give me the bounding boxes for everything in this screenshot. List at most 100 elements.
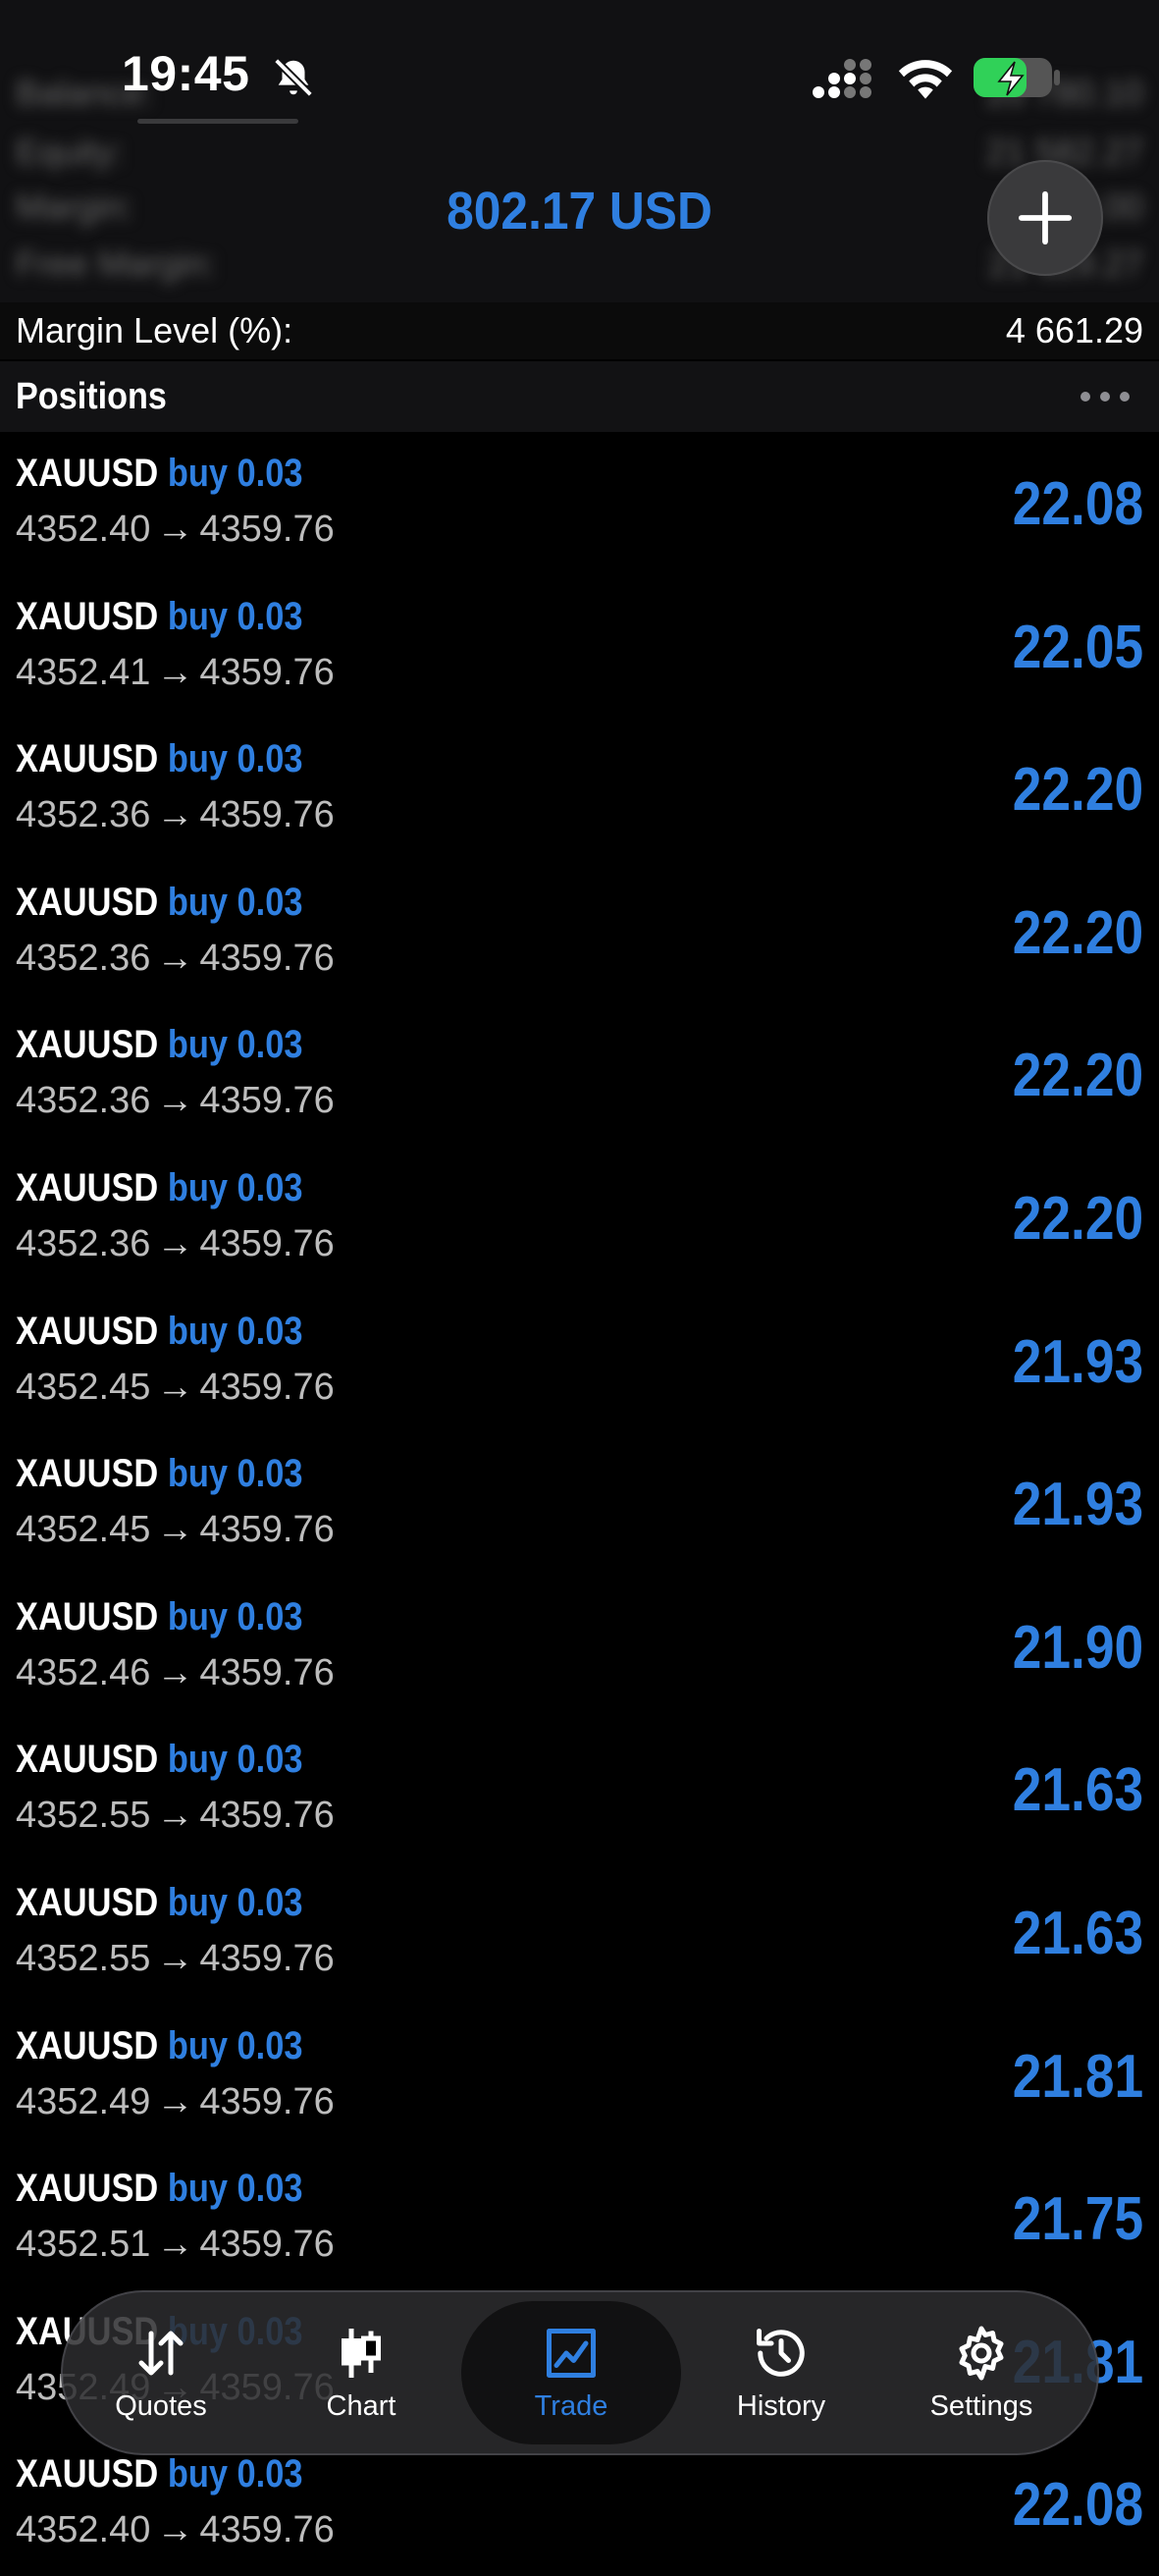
tab-chart[interactable]: Chart — [261, 2301, 461, 2444]
open-price: 4352.55 — [16, 1937, 151, 1979]
more-options-icon[interactable] — [1080, 392, 1130, 402]
wifi-icon — [898, 60, 953, 99]
arrow-right-icon: → — [156, 1651, 194, 1693]
position-profit: 21.63 — [1012, 1899, 1143, 1967]
tab-settings[interactable]: Settings — [881, 2301, 1081, 2444]
position-prices: 4352.49→4359.76 — [16, 2081, 335, 2123]
position-row[interactable]: XAUUSD buy 0.03 4352.36 → 4359.76 22.20 — [0, 1003, 1159, 1147]
position-prices: 4352.36 → 4359.76 — [16, 794, 335, 836]
position-row[interactable]: XAUUSD buy 0.03 4352.49→4359.76 21.81 — [0, 2005, 1159, 2148]
position-symbol: XAUUSD — [16, 880, 159, 924]
position-symbol: XAUUSD — [16, 2023, 159, 2067]
margin-level-value: 4 661.29 — [1005, 310, 1143, 350]
current-price: 4359.76 — [199, 509, 335, 550]
open-price: 4352.46 — [16, 1651, 151, 1693]
position-row[interactable]: XAUUSD buy 0.03 4352.51 → 4359.76 21.75 — [0, 2147, 1159, 2290]
position-prices: 4352.40 → 4359.76 — [16, 509, 335, 551]
tab-trade[interactable]: Trade — [461, 2301, 681, 2444]
open-price: 4352.45 — [16, 1366, 151, 1408]
current-price: 4359.76 — [199, 794, 335, 836]
position-prices: 4352.45 → 4359.76 — [16, 1509, 335, 1551]
balance-title: 802.17 USD — [447, 182, 712, 241]
position-side-volume: buy 0.03 — [167, 2023, 303, 2067]
position-side-volume: buy 0.03 — [167, 452, 303, 495]
open-price: 4352.45 — [16, 1509, 151, 1551]
arrow-right-icon: → — [156, 2224, 194, 2266]
margin-level-row: Margin Level (%): 4 661.29 — [0, 302, 1159, 359]
current-price: 4359.76 — [199, 1366, 335, 1408]
new-order-button[interactable] — [987, 160, 1103, 276]
arrow-right-icon: → — [156, 794, 194, 836]
position-row[interactable]: XAUUSD buy 0.03 4352.46 → 4359.76 21.90 — [0, 1576, 1159, 1719]
positions-section-header: Positions — [0, 361, 1159, 432]
position-title: XAUUSD buy 0.03 — [16, 2024, 302, 2068]
position-symbol: XAUUSD — [16, 1880, 159, 1924]
position-row[interactable]: XAUUSD buy 0.03 4352.55 → 4359.76 21.63 — [0, 1861, 1159, 2005]
position-prices: 4352.41 → 4359.76 — [16, 652, 335, 694]
position-title: XAUUSD buy 0.03 — [16, 1310, 302, 1354]
position-prices: 4352.51 → 4359.76 — [16, 2224, 335, 2266]
arrow-right-icon: → — [156, 1795, 194, 1837]
arrow-right-icon: → — [156, 2509, 194, 2551]
tab-quotes[interactable]: Quotes — [61, 2301, 261, 2444]
position-side-volume: buy 0.03 — [167, 594, 303, 638]
position-row[interactable]: XAUUSD buy 0.03 4352.36 → 4359.76 22.20 — [0, 1147, 1159, 1290]
open-price: 4352.49 — [16, 2080, 151, 2122]
position-title: XAUUSD buy 0.03 — [16, 2167, 302, 2211]
position-symbol: XAUUSD — [16, 1452, 159, 1496]
position-title: XAUUSD buy 0.03 — [16, 452, 302, 496]
position-row[interactable]: XAUUSD buy 0.03 4352.36 → 4359.76 22.20 — [0, 718, 1159, 861]
current-price: 4359.76 — [199, 1937, 335, 1979]
bell-muted-icon — [274, 58, 313, 97]
position-prices: 4352.45 → 4359.76 — [16, 1367, 335, 1409]
position-title: XAUUSD buy 0.03 — [16, 2452, 302, 2496]
position-title: XAUUSD buy 0.03 — [16, 737, 302, 781]
status-bar: 19:45 — [0, 0, 1159, 137]
arrows-up-down-icon — [138, 2331, 184, 2375]
position-profit: 22.20 — [1012, 1184, 1143, 1253]
position-prices: 4352.46 → 4359.76 — [16, 1652, 335, 1694]
position-side-volume: buy 0.03 — [167, 1738, 303, 1782]
position-side-volume: buy 0.03 — [167, 2167, 303, 2211]
position-row[interactable]: XAUUSD buy 0.03 4352.45 → 4359.76 21.93 — [0, 1290, 1159, 1433]
open-price: 4352.36 — [16, 937, 151, 979]
plus-icon — [1018, 190, 1073, 245]
position-row[interactable]: XAUUSD buy 0.03 4352.40 → 4359.76 22.08 — [0, 432, 1159, 575]
position-profit: 21.90 — [1012, 1613, 1143, 1682]
position-profit: 21.75 — [1012, 2185, 1143, 2254]
position-title: XAUUSD buy 0.03 — [16, 881, 302, 925]
current-price: 4359.76 — [199, 651, 335, 693]
open-price: 4352.55 — [16, 1795, 151, 1837]
position-symbol: XAUUSD — [16, 2452, 159, 2496]
position-row[interactable]: XAUUSD buy 0.03 4352.36 → 4359.76 22.20 — [0, 861, 1159, 1004]
open-price: 4352.36 — [16, 1080, 151, 1122]
current-price: 4359.76 — [199, 1222, 335, 1264]
dynamic-island-line — [137, 119, 298, 124]
position-symbol: XAUUSD — [16, 2167, 159, 2211]
arrow-right-icon: → — [156, 1222, 194, 1264]
position-profit: 22.08 — [1012, 2471, 1143, 2540]
position-row[interactable]: XAUUSD buy 0.03 4352.41 → 4359.76 22.05 — [0, 575, 1159, 719]
tab-history[interactable]: History — [681, 2301, 881, 2444]
position-symbol: XAUUSD — [16, 1165, 159, 1209]
current-price: 4359.76 — [199, 1651, 335, 1693]
position-prices: 4352.36 → 4359.76 — [16, 1223, 335, 1265]
tab-history-label: History — [736, 2389, 826, 2422]
candlestick-icon — [342, 2328, 381, 2378]
position-side-volume: buy 0.03 — [167, 737, 303, 781]
position-symbol: XAUUSD — [16, 1594, 159, 1638]
position-prices: 4352.36 → 4359.76 — [16, 1080, 335, 1122]
tab-chart-label: Chart — [326, 2389, 396, 2422]
arrow-right-icon: → — [156, 1509, 194, 1551]
position-row[interactable]: XAUUSD buy 0.03 4352.55 → 4359.76 21.63 — [0, 1718, 1159, 1861]
arrow-right-icon: → — [156, 1080, 194, 1122]
position-row[interactable]: XAUUSD buy 0.03 4352.45 → 4359.76 21.93 — [0, 1432, 1159, 1576]
free-margin-row: Free Margin: 21 119.27 — [16, 243, 1143, 284]
current-price: 4359.76 — [199, 2080, 335, 2122]
arrow-right-icon: → — [156, 2080, 194, 2122]
arrow-right-icon: → — [156, 509, 194, 550]
arrow-right-icon: → — [156, 1937, 194, 1979]
cellular-signal-icon — [813, 59, 871, 98]
position-profit: 21.81 — [1012, 2042, 1143, 2111]
position-side-volume: buy 0.03 — [167, 1880, 303, 1924]
